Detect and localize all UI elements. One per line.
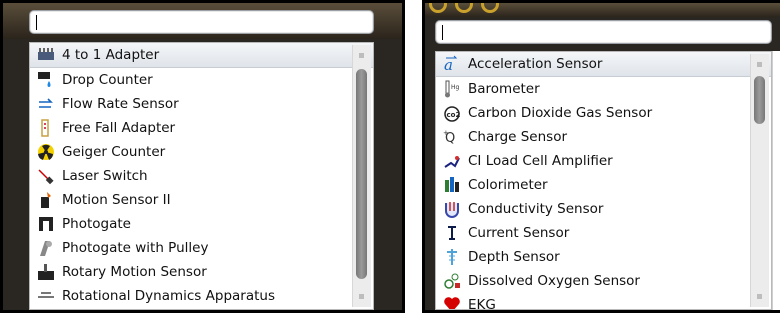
motion-sensor-icon bbox=[37, 191, 55, 209]
list-item[interactable]: CI Load Cell Amplifier bbox=[436, 149, 771, 173]
list-item-label: Acceleration Sensor bbox=[468, 56, 603, 72]
text-cursor bbox=[442, 25, 443, 40]
background-grid bbox=[772, 51, 780, 310]
current-icon bbox=[443, 224, 461, 242]
charge-icon: Q + bbox=[443, 128, 461, 146]
svg-text:Hg: Hg bbox=[451, 84, 460, 91]
scrollbar[interactable] bbox=[352, 45, 371, 307]
list-item[interactable]: Current Sensor bbox=[436, 221, 771, 245]
heart-icon bbox=[443, 296, 461, 309]
list-item-label: Laser Switch bbox=[62, 168, 148, 184]
dissolved-oxygen-icon bbox=[443, 272, 461, 290]
left-dropdown-panel: 4 to 1 Adapter Drop Counter Flow Rate Se… bbox=[0, 0, 405, 313]
radiation-icon bbox=[37, 143, 55, 161]
scroll-down-marker[interactable] bbox=[359, 294, 364, 299]
scrollbar[interactable] bbox=[750, 54, 769, 307]
scroll-down-marker[interactable] bbox=[757, 294, 762, 299]
list-item-label: Rotary Motion Sensor bbox=[62, 264, 207, 280]
list-item-label: Colorimeter bbox=[468, 177, 548, 193]
svg-text:a: a bbox=[444, 56, 453, 73]
list-item-label: Geiger Counter bbox=[62, 144, 166, 160]
conductivity-icon bbox=[443, 200, 461, 218]
list-item-label: Carbon Dioxide Gas Sensor bbox=[468, 105, 653, 121]
list-item-label: Rotational Dynamics Apparatus bbox=[62, 288, 275, 304]
list-item-label: EKG bbox=[468, 297, 496, 310]
list-item[interactable]: Rotational Dynamics Apparatus bbox=[30, 284, 373, 308]
list-item-label: CI Load Cell Amplifier bbox=[468, 153, 613, 169]
svg-text:+: + bbox=[443, 129, 449, 137]
photogate-icon bbox=[37, 215, 55, 233]
sensor-list[interactable]: a Acceleration Sensor Hg Barometer co2 C… bbox=[435, 51, 772, 310]
list-item[interactable]: Hg Barometer bbox=[436, 77, 771, 101]
free-fall-icon bbox=[37, 119, 55, 137]
list-item[interactable]: Geiger Counter bbox=[30, 140, 373, 164]
list-item-label: Current Sensor bbox=[468, 225, 570, 241]
acceleration-icon: a bbox=[443, 55, 461, 73]
svg-text:co2: co2 bbox=[447, 111, 461, 119]
list-item-label: Barometer bbox=[468, 81, 540, 97]
scrollbar-thumb[interactable] bbox=[356, 69, 367, 279]
scrollbar-thumb[interactable] bbox=[754, 76, 765, 124]
list-item[interactable]: Depth Sensor bbox=[436, 245, 771, 269]
list-item[interactable]: Motion Sensor II bbox=[30, 188, 373, 212]
list-item-label: Free Fall Adapter bbox=[62, 120, 176, 136]
list-item[interactable]: Photogate with Pulley bbox=[30, 236, 373, 260]
sensor-list[interactable]: 4 to 1 Adapter Drop Counter Flow Rate Se… bbox=[29, 42, 374, 310]
list-item[interactable]: EKG bbox=[436, 293, 771, 310]
list-item[interactable]: co2 Carbon Dioxide Gas Sensor bbox=[436, 101, 771, 125]
colorimeter-icon bbox=[443, 176, 461, 194]
list-item-label: Photogate with Pulley bbox=[62, 240, 209, 256]
list-item[interactable]: Photogate bbox=[30, 212, 373, 236]
drop-counter-icon bbox=[37, 71, 55, 89]
list-item-label: Dissolved Oxygen Sensor bbox=[468, 273, 640, 289]
adapter-icon bbox=[37, 46, 55, 64]
text-cursor bbox=[36, 15, 37, 30]
apparatus-icon bbox=[37, 287, 55, 305]
list-item[interactable]: Conductivity Sensor bbox=[436, 197, 771, 221]
list-item-label: Conductivity Sensor bbox=[468, 201, 604, 217]
scroll-up-marker[interactable] bbox=[757, 62, 762, 67]
list-item[interactable]: 4 to 1 Adapter bbox=[30, 43, 373, 68]
list-item[interactable]: Flow Rate Sensor bbox=[30, 92, 373, 116]
flow-rate-icon bbox=[37, 95, 55, 113]
search-input[interactable] bbox=[29, 10, 374, 34]
background-app-strip bbox=[425, 3, 780, 17]
list-item-label: Depth Sensor bbox=[468, 249, 560, 265]
list-item-label: Charge Sensor bbox=[468, 129, 568, 145]
co2-icon: co2 bbox=[443, 104, 461, 122]
scroll-up-marker[interactable] bbox=[359, 53, 364, 58]
list-item-label: 4 to 1 Adapter bbox=[62, 47, 160, 63]
right-dropdown-panel: a Acceleration Sensor Hg Barometer co2 C… bbox=[422, 0, 780, 313]
laser-icon bbox=[37, 167, 55, 185]
search-input[interactable] bbox=[435, 20, 772, 44]
list-item[interactable]: Laser Switch bbox=[30, 164, 373, 188]
list-item[interactable]: Rotary Motion Sensor bbox=[30, 260, 373, 284]
depth-icon bbox=[443, 248, 461, 266]
list-item[interactable]: Colorimeter bbox=[436, 173, 771, 197]
list-item[interactable]: Free Fall Adapter bbox=[30, 116, 373, 140]
list-item-label: Photogate bbox=[62, 216, 131, 232]
list-item[interactable]: Dissolved Oxygen Sensor bbox=[436, 269, 771, 293]
list-item-label: Motion Sensor II bbox=[62, 192, 171, 208]
load-cell-icon bbox=[443, 152, 461, 170]
list-item-label: Flow Rate Sensor bbox=[62, 96, 179, 112]
list-item[interactable]: Drop Counter bbox=[30, 68, 373, 92]
list-item[interactable]: Q + Charge Sensor bbox=[436, 125, 771, 149]
list-item[interactable]: a Acceleration Sensor bbox=[436, 52, 771, 77]
pulley-icon bbox=[37, 239, 55, 257]
barometer-icon: Hg bbox=[443, 80, 461, 98]
list-item-label: Drop Counter bbox=[62, 72, 153, 88]
rotary-icon bbox=[37, 263, 55, 281]
